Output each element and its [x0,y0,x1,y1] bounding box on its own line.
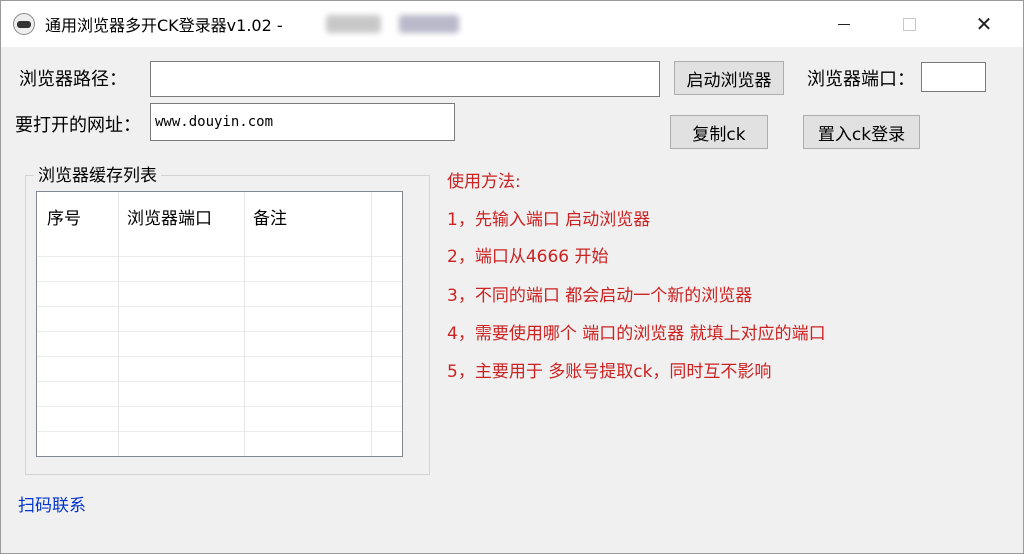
close-button[interactable]: ✕ [956,1,1012,47]
import-ck-login-button[interactable]: 置入ck登录 [803,115,920,149]
empty-row-line [37,356,402,357]
copy-ck-button[interactable]: 复制ck [670,115,768,149]
browser-port-label: 浏览器端口： [807,69,915,90]
cache-list-group-title: 浏览器缓存列表 [34,161,161,186]
url-input[interactable]: www.douyin.com [150,103,455,141]
minimize-button[interactable] [816,1,872,47]
empty-row-line [37,381,402,382]
instruction-step: 2，端口从4666 开始 [447,247,609,267]
instruction-step: 1，先输入端口 启动浏览器 [447,210,651,230]
maximize-button[interactable] [881,1,937,47]
url-label: 要打开的网址： [15,115,141,136]
empty-row-line [37,281,402,282]
list-header: 序号 浏览器端口 备注 [37,192,402,232]
empty-row-line [37,306,402,307]
maximize-icon [902,17,916,31]
redacted-title-part [399,15,459,33]
close-icon: ✕ [975,12,993,36]
column-header-index[interactable]: 序号 [47,204,81,229]
instruction-step: 4，需要使用哪个 端口的浏览器 就填上对应的端口 [447,324,826,344]
empty-row-line [37,431,402,432]
minimize-icon [838,23,850,25]
app-window: 通用浏览器多开CK登录器v1.02 - ✕ 浏览器路径： 启动浏览器 浏览器端口… [0,0,1024,554]
browser-port-input[interactable] [921,62,986,92]
column-header-port[interactable]: 浏览器端口 [127,204,212,229]
browser-path-input[interactable] [150,61,660,97]
launch-browser-button[interactable]: 启动浏览器 [674,61,784,95]
window-title: 通用浏览器多开CK登录器v1.02 - [45,16,283,35]
empty-row-line [37,256,402,257]
redacted-title-part [326,15,381,33]
scan-contact-link[interactable]: 扫码联系 [18,491,86,516]
instruction-step: 3，不同的端口 都会启动一个新的浏览器 [447,286,753,306]
app-logo-icon [13,13,35,35]
instructions-title: 使用方法: [447,172,521,192]
title-bar[interactable]: 通用浏览器多开CK登录器v1.02 - ✕ [1,1,1023,47]
cache-list-view[interactable]: 序号 浏览器端口 备注 [36,191,403,457]
empty-row-line [37,331,402,332]
empty-row-line [37,406,402,407]
browser-path-label: 浏览器路径： [19,69,127,90]
column-header-remark[interactable]: 备注 [253,204,287,229]
instruction-step: 5，主要用于 多账号提取ck，同时互不影响 [447,362,772,382]
